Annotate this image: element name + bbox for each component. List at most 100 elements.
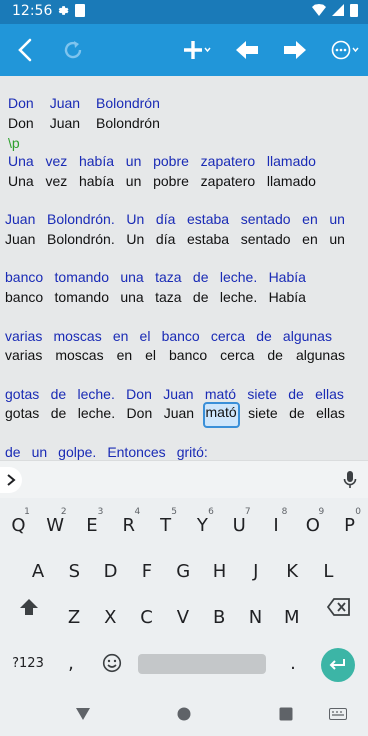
- gloss-word[interactable]: de: [51, 386, 67, 406]
- text-word[interactable]: zapatero: [201, 173, 255, 193]
- key-o[interactable]: O9: [294, 504, 331, 546]
- text-word[interactable]: moscas: [55, 347, 103, 367]
- key-i[interactable]: I8: [258, 504, 295, 546]
- gloss-word[interactable]: leche.: [77, 386, 114, 406]
- gloss-word[interactable]: moscas: [53, 328, 101, 348]
- gloss-word[interactable]: siete: [247, 386, 277, 406]
- text-word[interactable]: tomando: [55, 289, 109, 309]
- key-d[interactable]: D: [93, 550, 129, 592]
- gloss-word[interactable]: gotas: [5, 386, 39, 406]
- key-s[interactable]: S: [56, 550, 92, 592]
- gloss-word[interactable]: cerca: [211, 328, 245, 348]
- more-options-button[interactable]: [328, 34, 362, 66]
- emoji-key[interactable]: [98, 642, 126, 684]
- text-word[interactable]: pobre: [153, 173, 189, 193]
- voice-input-button[interactable]: [340, 469, 360, 491]
- gloss-word[interactable]: gritó:: [177, 444, 208, 460]
- text-word[interactable]: llamado: [267, 173, 316, 193]
- text-word[interactable]: de: [193, 289, 209, 309]
- key-n[interactable]: N: [238, 596, 274, 638]
- gloss-word[interactable]: algunas: [283, 328, 332, 348]
- gloss-word[interactable]: Don: [8, 95, 34, 115]
- text-word[interactable]: Bolondrón: [96, 115, 160, 135]
- spacebar[interactable]: [138, 654, 266, 674]
- text-word[interactable]: vez: [45, 173, 67, 193]
- key-y[interactable]: Y6: [184, 504, 221, 546]
- text-word[interactable]: siete: [248, 405, 278, 425]
- symbols-key[interactable]: ?123: [8, 642, 48, 684]
- gloss-word[interactable]: zapatero: [201, 153, 255, 173]
- text-word[interactable]: de: [51, 405, 67, 425]
- gloss-word[interactable]: sentado: [241, 211, 291, 231]
- text-word[interactable]: sentado: [241, 231, 291, 251]
- gloss-word[interactable]: en: [302, 211, 318, 231]
- key-v[interactable]: V: [165, 596, 201, 638]
- key-w[interactable]: W2: [37, 504, 74, 546]
- gloss-word[interactable]: Había: [269, 269, 306, 289]
- text-word[interactable]: taza: [155, 289, 181, 309]
- enter-key[interactable]: [321, 648, 355, 682]
- text-word[interactable]: de: [267, 347, 283, 367]
- gloss-word[interactable]: vez: [45, 153, 67, 173]
- key-t[interactable]: T5: [147, 504, 184, 546]
- gloss-word[interactable]: Juan: [50, 95, 80, 115]
- key-p[interactable]: P0: [331, 504, 368, 546]
- gloss-word[interactable]: Bolondrón: [96, 95, 160, 115]
- nav-recents-button[interactable]: [276, 704, 296, 724]
- gloss-word[interactable]: leche.: [220, 269, 257, 289]
- back-button[interactable]: [8, 34, 42, 66]
- text-word[interactable]: estaba: [187, 231, 229, 251]
- gloss-word[interactable]: Juan: [5, 211, 35, 231]
- key-z[interactable]: Z: [56, 596, 92, 638]
- gloss-word[interactable]: golpe.: [58, 444, 96, 460]
- gloss-word[interactable]: estaba: [187, 211, 229, 231]
- keyboard-switch-button[interactable]: [326, 704, 350, 724]
- text-word[interactable]: varias: [5, 347, 42, 367]
- backspace-key[interactable]: [322, 586, 356, 628]
- text-word[interactable]: Juan: [50, 115, 80, 135]
- gloss-word[interactable]: taza: [155, 269, 181, 289]
- text-word[interactable]: Juan: [5, 231, 35, 251]
- period-key[interactable]: .: [278, 642, 308, 684]
- text-word[interactable]: cerca: [220, 347, 254, 367]
- text-word[interactable]: en: [117, 347, 133, 367]
- previous-button[interactable]: [230, 34, 264, 66]
- gloss-word[interactable]: varias: [5, 328, 42, 348]
- text-word[interactable]: Un: [126, 231, 144, 251]
- text-word[interactable]: Una: [8, 173, 34, 193]
- text-word[interactable]: gotas: [5, 405, 39, 425]
- text-word[interactable]: leche.: [78, 405, 115, 425]
- text-word[interactable]: el: [145, 347, 156, 367]
- gloss-word[interactable]: de: [5, 444, 21, 460]
- gloss-word[interactable]: Bolondrón.: [47, 211, 115, 231]
- selected-word[interactable]: mató: [202, 402, 240, 428]
- gloss-word[interactable]: de: [193, 269, 209, 289]
- gloss-word[interactable]: un: [32, 444, 48, 460]
- key-q[interactable]: Q1: [0, 504, 37, 546]
- text-word[interactable]: día: [156, 231, 175, 251]
- key-u[interactable]: U7: [221, 504, 258, 546]
- text-word[interactable]: de: [289, 405, 305, 425]
- shift-key[interactable]: [14, 586, 44, 628]
- key-c[interactable]: C: [129, 596, 165, 638]
- nav-home-button[interactable]: [174, 704, 194, 724]
- nav-back-button[interactable]: [72, 704, 94, 724]
- add-button[interactable]: [180, 34, 214, 66]
- text-word[interactable]: había: [79, 173, 114, 193]
- key-m[interactable]: M: [274, 596, 310, 638]
- comma-key[interactable]: ,: [56, 642, 86, 684]
- text-word[interactable]: banco: [169, 347, 207, 367]
- gloss-word[interactable]: Juan: [163, 386, 193, 406]
- key-e[interactable]: E3: [74, 504, 111, 546]
- key-f[interactable]: F: [129, 550, 165, 592]
- gloss-word[interactable]: Un: [126, 211, 144, 231]
- text-word[interactable]: banco: [5, 289, 43, 309]
- gloss-word[interactable]: de: [288, 386, 304, 406]
- next-button[interactable]: [278, 34, 312, 66]
- gloss-word[interactable]: una: [120, 269, 143, 289]
- gloss-word[interactable]: tomando: [55, 269, 109, 289]
- key-x[interactable]: X: [92, 596, 128, 638]
- key-b[interactable]: B: [201, 596, 237, 638]
- gloss-word[interactable]: Una: [8, 153, 34, 173]
- text-word[interactable]: una: [120, 289, 143, 309]
